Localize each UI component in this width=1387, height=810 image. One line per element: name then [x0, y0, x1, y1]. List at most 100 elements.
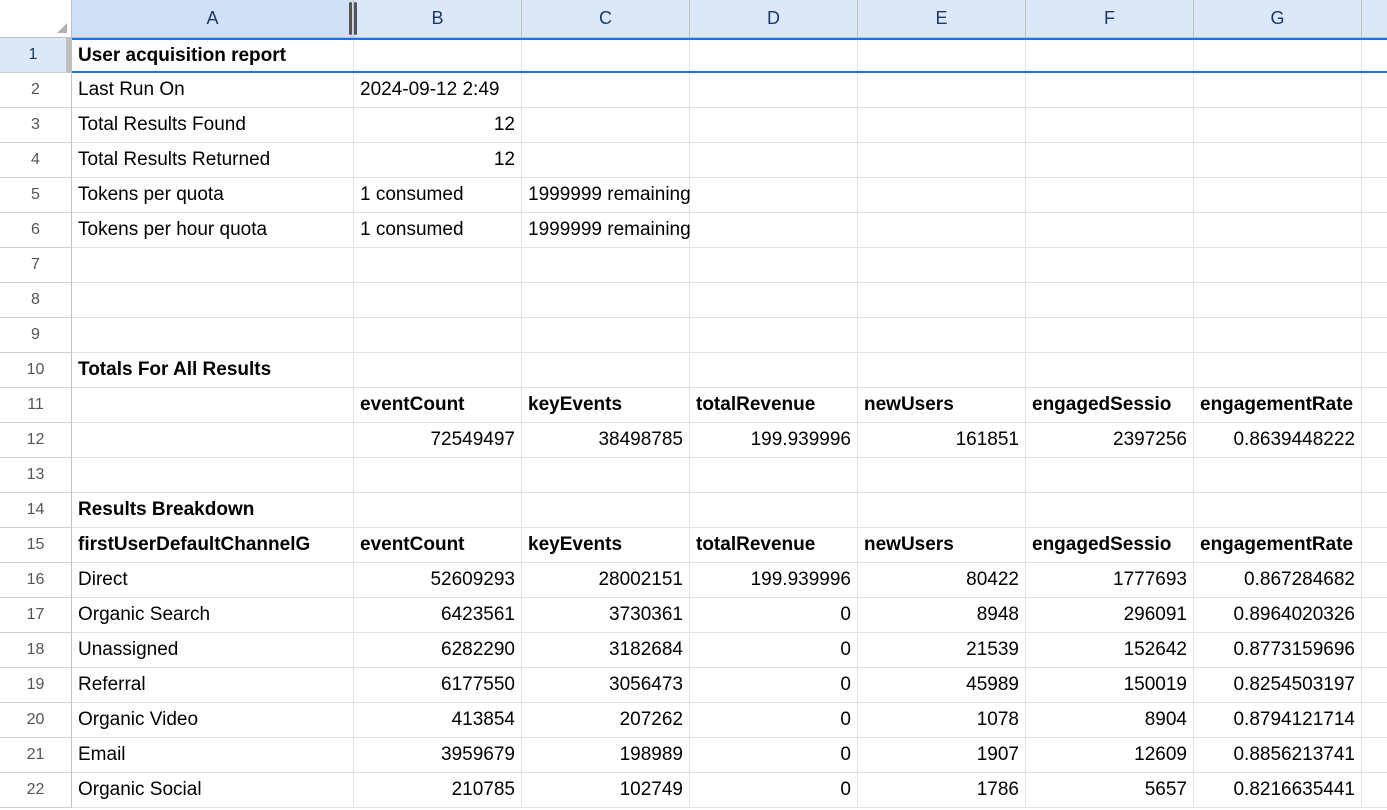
totals-col[interactable]: totalRevenue: [690, 388, 858, 423]
cell[interactable]: [1026, 458, 1194, 493]
cell[interactable]: [858, 38, 1026, 73]
breakdown-val[interactable]: 6282290: [354, 633, 522, 668]
cell[interactable]: [690, 353, 858, 388]
column-header-e[interactable]: E: [858, 0, 1026, 38]
breakdown-col[interactable]: keyEvents: [522, 528, 690, 563]
cell[interactable]: [858, 283, 1026, 318]
breakdown-val[interactable]: 6423561: [354, 598, 522, 633]
row-header-4[interactable]: 4: [0, 143, 72, 178]
row-header-5[interactable]: 5: [0, 178, 72, 213]
row-header-10[interactable]: 10: [0, 353, 72, 388]
meta-value-b[interactable]: 12: [354, 143, 522, 178]
cell[interactable]: [1362, 178, 1387, 213]
cell[interactable]: [72, 388, 354, 423]
row-header-1[interactable]: 1: [0, 38, 72, 73]
meta-value-b[interactable]: 2024-09-12 2:49: [354, 73, 522, 108]
row-header-13[interactable]: 13: [0, 458, 72, 493]
cell[interactable]: [1026, 353, 1194, 388]
cell[interactable]: [1026, 143, 1194, 178]
cell[interactable]: [1362, 458, 1387, 493]
row-header-19[interactable]: 19: [0, 668, 72, 703]
cell[interactable]: [690, 458, 858, 493]
breakdown-val[interactable]: 413854: [354, 703, 522, 738]
column-header-g[interactable]: G: [1194, 0, 1362, 38]
breakdown-channel[interactable]: Email: [72, 738, 354, 773]
cell[interactable]: [72, 458, 354, 493]
cell[interactable]: [1362, 668, 1387, 703]
cell[interactable]: [1026, 248, 1194, 283]
cell[interactable]: [522, 458, 690, 493]
breakdown-val[interactable]: 0.8856213741: [1194, 738, 1362, 773]
cell[interactable]: [1362, 633, 1387, 668]
cell[interactable]: [1362, 213, 1387, 248]
cell[interactable]: [1362, 423, 1387, 458]
select-all-corner[interactable]: [0, 0, 72, 38]
cell[interactable]: [1362, 738, 1387, 773]
cell[interactable]: [1362, 528, 1387, 563]
cell[interactable]: [690, 318, 858, 353]
cell[interactable]: [1194, 283, 1362, 318]
cells-grid[interactable]: User acquisition reportLast Run On2024-0…: [72, 38, 1387, 810]
cell[interactable]: [1362, 563, 1387, 598]
cell[interactable]: [1026, 318, 1194, 353]
breakdown-val[interactable]: 80422: [858, 563, 1026, 598]
breakdown-val[interactable]: 199.939996: [690, 563, 858, 598]
column-header-a[interactable]: A: [72, 0, 354, 38]
breakdown-channel[interactable]: Unassigned: [72, 633, 354, 668]
row-header-11[interactable]: 11: [0, 388, 72, 423]
row-header-22[interactable]: 22: [0, 773, 72, 808]
breakdown-val[interactable]: 1777693: [1026, 563, 1194, 598]
cell[interactable]: [72, 248, 354, 283]
cell[interactable]: [522, 283, 690, 318]
breakdown-val[interactable]: 52609293: [354, 563, 522, 598]
cell[interactable]: [1026, 493, 1194, 528]
breakdown-val[interactable]: 0.8216635441: [1194, 773, 1362, 808]
cell[interactable]: [1362, 703, 1387, 738]
breakdown-val[interactable]: 8904: [1026, 703, 1194, 738]
row-header-17[interactable]: 17: [0, 598, 72, 633]
row-header-6[interactable]: 6: [0, 213, 72, 248]
cell[interactable]: [522, 38, 690, 73]
breakdown-val[interactable]: 0.8254503197: [1194, 668, 1362, 703]
cell[interactable]: [1194, 73, 1362, 108]
breakdown-val[interactable]: 150019: [1026, 668, 1194, 703]
breakdown-channel[interactable]: Direct: [72, 563, 354, 598]
cell[interactable]: [690, 248, 858, 283]
cell[interactable]: [858, 73, 1026, 108]
cell[interactable]: [522, 353, 690, 388]
breakdown-col[interactable]: eventCount: [354, 528, 522, 563]
totals-val[interactable]: 2397256: [1026, 423, 1194, 458]
breakdown-val[interactable]: 3959679: [354, 738, 522, 773]
cell[interactable]: [690, 38, 858, 73]
cell[interactable]: [1362, 318, 1387, 353]
cell[interactable]: [1194, 458, 1362, 493]
cell[interactable]: [858, 248, 1026, 283]
row-header-12[interactable]: 12: [0, 423, 72, 458]
cell[interactable]: [522, 318, 690, 353]
cell[interactable]: [1362, 353, 1387, 388]
totals-val[interactable]: 38498785: [522, 423, 690, 458]
meta-label[interactable]: Tokens per quota: [72, 178, 354, 213]
cell[interactable]: [1362, 773, 1387, 808]
totals-header[interactable]: Totals For All Results: [72, 353, 354, 388]
cell[interactable]: [1026, 38, 1194, 73]
breakdown-val[interactable]: 0: [690, 773, 858, 808]
cell[interactable]: [354, 493, 522, 528]
cell[interactable]: [1026, 213, 1194, 248]
cell[interactable]: [1194, 318, 1362, 353]
breakdown-val[interactable]: 152642: [1026, 633, 1194, 668]
cell[interactable]: [354, 283, 522, 318]
breakdown-header[interactable]: Results Breakdown: [72, 493, 354, 528]
row-header-8[interactable]: 8: [0, 283, 72, 318]
totals-val[interactable]: 0.8639448222: [1194, 423, 1362, 458]
breakdown-channel[interactable]: Referral: [72, 668, 354, 703]
cell[interactable]: [1194, 38, 1362, 73]
meta-value-b[interactable]: 1 consumed: [354, 178, 522, 213]
cell[interactable]: [522, 248, 690, 283]
row-header-9[interactable]: 9: [0, 318, 72, 353]
totals-col[interactable]: newUsers: [858, 388, 1026, 423]
row-header-21[interactable]: 21: [0, 738, 72, 773]
meta-value-b[interactable]: 1 consumed: [354, 213, 522, 248]
totals-val[interactable]: 161851: [858, 423, 1026, 458]
row-header-3[interactable]: 3: [0, 108, 72, 143]
